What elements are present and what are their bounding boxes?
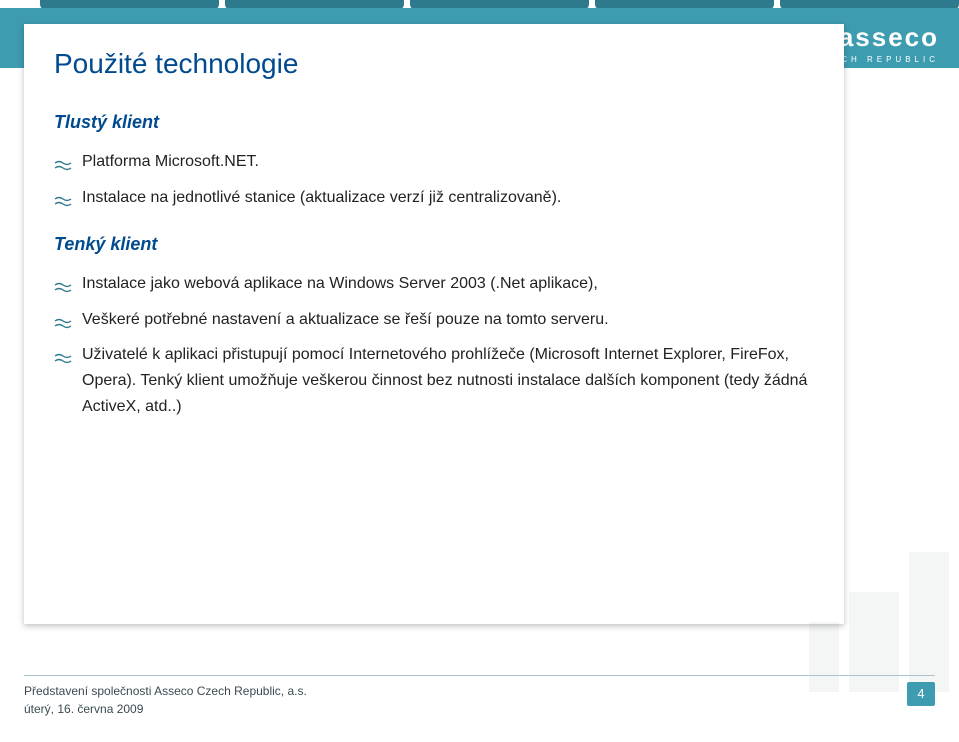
footer-date: úterý, 16. června 2009 [24,700,307,718]
list-item-text: Platforma Microsoft.NET. [82,153,259,170]
section-heading-thick-client: Tlustý klient [54,112,814,133]
bullet-icon [54,191,72,203]
bullet-icon [54,277,72,289]
list-item-text: Instalace na jednotlivé stanice (aktuali… [82,189,561,206]
bullet-icon [54,348,72,360]
list-item: Veškeré potřebné nastavení a aktualizace… [54,307,814,333]
list-item: Uživatelé k aplikaci přistupují pomocí I… [54,342,814,419]
list-item: Instalace na jednotlivé stanice (aktuali… [54,185,814,211]
list-item-text: Uživatelé k aplikaci přistupují pomocí I… [82,346,807,414]
slide-card: Použité technologie Tlustý klient Platfo… [24,24,844,624]
footer-company: Představení společnosti Asseco Czech Rep… [24,682,307,700]
slide-title: Použité technologie [54,48,814,80]
section-heading-thin-client: Tenký klient [54,234,814,255]
page-number: 4 [907,682,935,706]
bullet-icon [54,155,72,167]
footer-divider [24,675,935,676]
list-item-text: Veškeré potřebné nastavení a aktualizace… [82,311,609,328]
bullet-icon [54,313,72,325]
list-item-text: Instalace jako webová aplikace na Window… [82,275,598,292]
bullet-list-thin-client: Instalace jako webová aplikace na Window… [54,271,814,419]
list-item: Instalace jako webová aplikace na Window… [54,271,814,297]
slide-footer: Představení společnosti Asseco Czech Rep… [0,667,959,742]
list-item: Platforma Microsoft.NET. [54,149,814,175]
bullet-list-thick-client: Platforma Microsoft.NET. Instalace na je… [54,149,814,210]
